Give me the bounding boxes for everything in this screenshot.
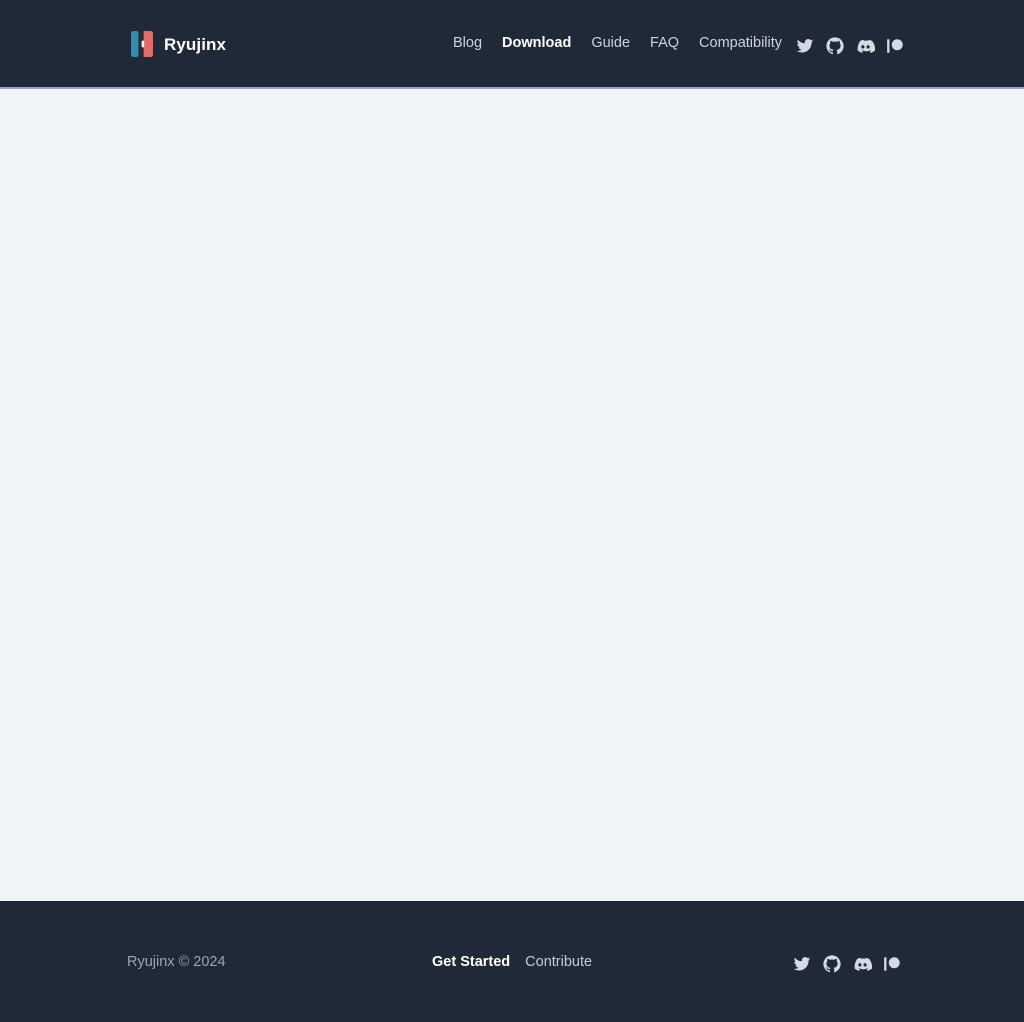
footer-nav-links: Get Started Contribute: [432, 955, 592, 970]
header-inner: Ryujinx Blog Download Guide FAQ Compatib…: [0, 0, 1024, 87]
nav-item-faq[interactable]: FAQ: [650, 36, 679, 51]
nav-item-guide[interactable]: Guide: [591, 36, 630, 51]
nav-item-compatibility[interactable]: Compatibility: [699, 36, 782, 51]
nav-item-download[interactable]: Download: [502, 36, 571, 51]
discord-icon[interactable]: [855, 36, 875, 56]
github-icon[interactable]: [822, 954, 842, 974]
github-icon[interactable]: [825, 36, 845, 56]
switch-console-icon: [131, 31, 153, 57]
brand-home-link[interactable]: Ryujinx: [131, 31, 226, 57]
site-header: Ryujinx Blog Download Guide FAQ Compatib…: [0, 0, 1024, 89]
footer-copyright: Ryujinx © 2024: [127, 954, 226, 970]
discord-icon[interactable]: [852, 954, 872, 974]
twitter-icon[interactable]: [792, 954, 812, 974]
twitter-icon[interactable]: [795, 36, 815, 56]
patreon-icon[interactable]: [885, 36, 905, 56]
footer-link-get-started[interactable]: Get Started: [432, 955, 510, 970]
brand-name: Ryujinx: [164, 34, 227, 54]
main-empty-placeholder: [0, 89, 1024, 901]
patreon-icon[interactable]: [882, 954, 902, 974]
footer-social-links: [792, 954, 902, 974]
primary-navigation: Blog Download Guide FAQ Compatibility: [453, 36, 782, 51]
footer-link-contribute[interactable]: Contribute: [525, 955, 592, 970]
page-root: Ryujinx Blog Download Guide FAQ Compatib…: [0, 0, 1024, 1022]
nav-item-blog[interactable]: Blog: [453, 36, 482, 51]
main-content-area: [0, 89, 1024, 901]
header-social-links: [795, 36, 905, 56]
site-footer: Ryujinx © 2024 Get Started Contribute: [0, 901, 1024, 1022]
